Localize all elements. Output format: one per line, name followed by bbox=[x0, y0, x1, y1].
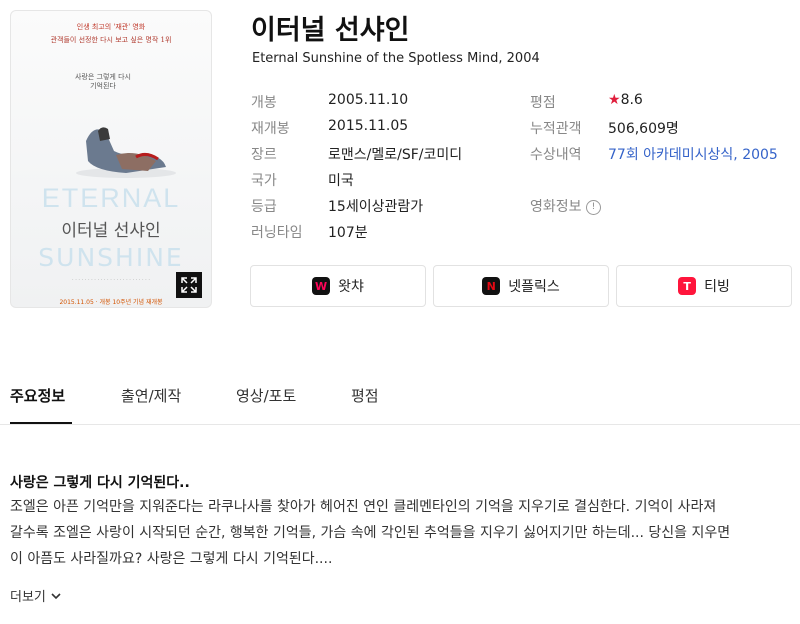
poster-release-note: 2015.11.05 · 개봉 10주년 기념 재개봉 bbox=[59, 299, 163, 306]
watcha-icon: W bbox=[312, 277, 331, 295]
tab-cast-crew[interactable]: 출연/제작 bbox=[121, 385, 181, 424]
info-value-genre: 로맨스/멜로/SF/코미디 bbox=[328, 147, 463, 163]
poster-title-korean: 이터널 선샤인 bbox=[61, 221, 161, 241]
poster-vertical-text: 사랑은 그렇게 다시 기억된다 bbox=[75, 73, 131, 90]
info-value-rerelease: 2015.11.05 bbox=[328, 118, 409, 134]
poster-title-sunshine: SUNSHINE bbox=[38, 243, 184, 272]
synopsis-text: 조엘은 아픈 기억만을 지워준다는 라쿠나사를 찾아가 헤어진 연인 클레멘타인… bbox=[10, 494, 790, 572]
movie-original-title: Eternal Sunshine of the Spotless Mind, 2… bbox=[252, 51, 540, 66]
awards-link[interactable]: 77회 아카데미시상식, 2005 bbox=[608, 147, 778, 163]
synopsis-line: 조엘은 아픈 기억만을 지워준다는 라쿠나사를 찾아가 헤어진 연인 클레멘타인… bbox=[10, 499, 717, 515]
star-icon: ★ bbox=[608, 92, 621, 108]
tab-main-info[interactable]: 주요정보 bbox=[10, 385, 72, 424]
info-label-awards: 수상내역 bbox=[530, 147, 582, 163]
info-value-rating: 8.6 bbox=[620, 92, 643, 108]
more-button[interactable]: 더보기 bbox=[10, 586, 62, 605]
netflix-icon: N bbox=[482, 277, 501, 295]
synopsis-line: 이 아픔도 사라질까요? 사랑은 그렇게 다시 기억된다.... bbox=[10, 551, 333, 567]
expand-icon[interactable] bbox=[176, 272, 202, 298]
tving-button[interactable]: T 티빙 bbox=[616, 265, 792, 307]
info-label-rerelease: 재개봉 bbox=[251, 121, 290, 137]
tving-icon: T bbox=[678, 277, 697, 295]
more-label: 더보기 bbox=[10, 590, 46, 605]
info-label-runtime: 러닝타임 bbox=[251, 225, 303, 241]
poster-title-eternal: ETERNAL bbox=[41, 183, 181, 213]
poster-figure-illustration bbox=[76, 127, 176, 178]
tab-ratings[interactable]: 평점 bbox=[351, 385, 379, 424]
info-label-country: 국가 bbox=[251, 173, 277, 189]
info-value-grade: 15세이상관람가 bbox=[328, 199, 424, 215]
poster-tagline: 인생 최고의 '재관' 영화 bbox=[76, 23, 146, 31]
poster-subtagline: 관객들이 선정한 다시 보고 싶은 명작 1위 bbox=[50, 36, 172, 44]
tving-label: 티빙 bbox=[704, 279, 730, 295]
watcha-label: 왓챠 bbox=[338, 279, 364, 295]
tab-video-photo[interactable]: 영상/포토 bbox=[236, 385, 296, 424]
info-value-release: 2005.11.10 bbox=[328, 92, 409, 108]
synopsis-line: 갈수록 조엘은 사랑이 시작되던 순간, 행복한 기억들, 가슴 속에 각인된 … bbox=[10, 525, 731, 541]
netflix-label: 넷플릭스 bbox=[508, 279, 560, 295]
info-value-audience: 506,609명 bbox=[608, 121, 679, 137]
info-label-movieinfo: 영화정보 bbox=[530, 199, 582, 215]
info-circle-icon[interactable]: ! bbox=[585, 199, 601, 215]
movie-poster[interactable]: 인생 최고의 '재관' 영화 관객들이 선정한 다시 보고 싶은 명작 1위 사… bbox=[10, 10, 212, 308]
tab-bar: 주요정보 출연/제작 영상/포토 평점 bbox=[0, 385, 800, 425]
info-row-release: 개봉 bbox=[251, 92, 277, 112]
info-value-runtime: 107분 bbox=[328, 225, 368, 241]
info-label: 개봉 bbox=[251, 95, 277, 111]
info-label-audience: 누적관객 bbox=[530, 121, 582, 137]
info-label-genre: 장르 bbox=[251, 147, 277, 163]
watcha-button[interactable]: W 왓챠 bbox=[250, 265, 426, 307]
info-label-rating: 평점 bbox=[530, 95, 556, 111]
netflix-button[interactable]: N 넷플릭스 bbox=[433, 265, 609, 307]
synopsis-tagline: 사랑은 그렇게 다시 기억된다.. bbox=[10, 475, 190, 491]
info-value-country: 미국 bbox=[328, 173, 354, 189]
chevron-down-icon bbox=[51, 592, 61, 599]
info-label-grade: 등급 bbox=[251, 199, 277, 215]
movie-title: 이터널 선샤인 bbox=[251, 15, 410, 46]
